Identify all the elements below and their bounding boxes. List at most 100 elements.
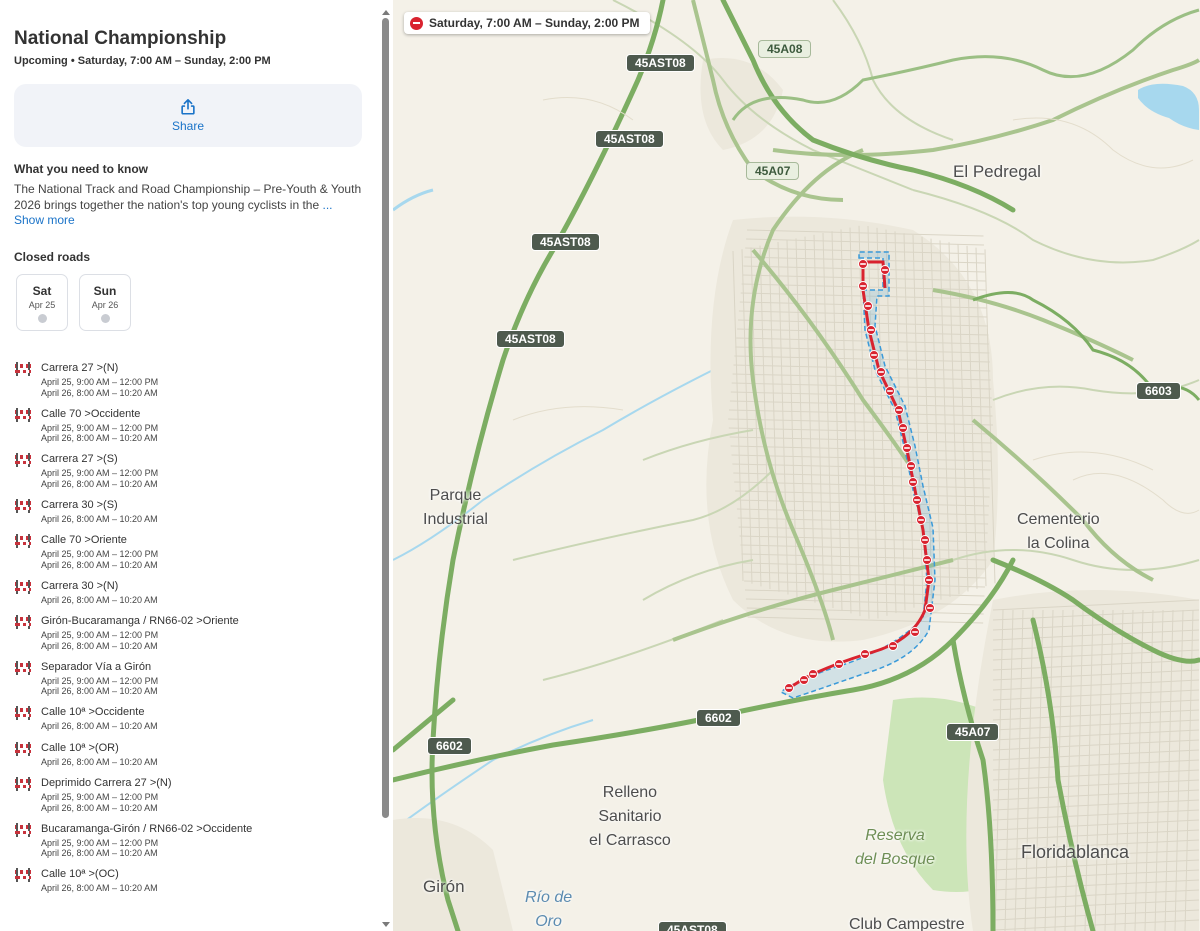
highway-shield: 45A08 xyxy=(758,40,812,58)
closure-marker-bar xyxy=(860,263,866,265)
road-barrier-icon xyxy=(14,498,32,513)
closure-marker-bar xyxy=(924,559,930,561)
closure-marker-bar xyxy=(860,285,866,287)
highway-shield: 45AST08 xyxy=(626,54,695,72)
highway-shield: 45A07 xyxy=(946,723,1000,741)
closure-marker-bar xyxy=(836,663,842,665)
road-name: Carrera 27 >(N) xyxy=(41,362,119,374)
road-barrier-icon xyxy=(14,867,32,882)
panel-scrollbar[interactable] xyxy=(380,4,391,929)
highway-shield: 45AST08 xyxy=(658,921,727,931)
place-label-floridablanca: Floridablanca xyxy=(1021,842,1130,862)
show-more-link[interactable]: Show more xyxy=(14,213,75,227)
road-barrier-icon xyxy=(14,776,32,791)
day-name: Sat xyxy=(32,284,52,298)
share-button[interactable]: Share xyxy=(14,84,362,147)
info-text: The National Track and Road Championship… xyxy=(14,182,362,229)
road-closure-time: April 26, 8:00 AM – 10:20 AM xyxy=(41,478,158,489)
road-closure-time: April 26, 8:00 AM – 10:20 AM xyxy=(41,594,158,605)
closure-marker-bar xyxy=(871,354,877,356)
map-canvas[interactable] xyxy=(393,0,1200,931)
closure-marker-bar xyxy=(927,607,933,609)
place-label-club-campestre: Club Campestre xyxy=(849,916,965,931)
road-barrier-icon xyxy=(14,579,32,594)
map-view[interactable]: Saturday, 7:00 AM – Sunday, 2:00 PM 45A0… xyxy=(393,0,1200,931)
time-range-pill[interactable]: Saturday, 7:00 AM – Sunday, 2:00 PM xyxy=(404,12,650,34)
scrollbar-thumb[interactable] xyxy=(382,18,389,818)
road-closure-time: April 25, 9:00 AM – 12:00 PM xyxy=(41,549,159,559)
road-closure-time: April 26, 8:00 AM – 10:20 AM xyxy=(41,686,158,696)
place-label-giron: Girón xyxy=(423,877,465,896)
closure-marker-bar xyxy=(912,631,918,633)
time-range-label: Saturday, 7:00 AM – Sunday, 2:00 PM xyxy=(429,16,640,30)
scroll-down-arrow-icon[interactable] xyxy=(382,922,390,927)
road-closure-time: April 26, 8:00 AM – 10:20 AM xyxy=(41,802,158,813)
share-icon xyxy=(181,98,195,115)
info-body: The National Track and Road Championship… xyxy=(14,182,362,212)
road-name: Carrera 27 >(S) xyxy=(41,453,118,465)
road-closure-time: April 26, 8:00 AM – 10:20 AM xyxy=(41,756,158,767)
road-barrier-icon xyxy=(14,614,32,629)
closure-marker-bar xyxy=(868,329,874,331)
road-name: Calle 10ª >Occidente xyxy=(41,706,145,718)
road-closure-time: April 26, 8:00 AM – 10:20 AM xyxy=(41,721,158,731)
closure-marker-bar xyxy=(786,687,792,689)
place-label-cementerio: Cementerio la Colina xyxy=(1017,511,1100,552)
road-name: Carrera 30 >(S) xyxy=(41,498,118,511)
road-closure-time: April 26, 8:00 AM – 10:20 AM xyxy=(41,387,158,398)
closure-marker-bar xyxy=(908,465,914,467)
closure-marker-bar xyxy=(926,579,932,581)
road-closure-time: April 25, 9:00 AM – 12:00 PM xyxy=(41,675,159,686)
closure-marker-bar xyxy=(904,447,910,449)
closure-marker-bar xyxy=(900,427,906,429)
highway-shield: 6602 xyxy=(696,709,741,727)
closure-marker-bar xyxy=(862,653,868,655)
road-name: Bucaramanga-Girón / RN66-02 >Occidente xyxy=(41,822,253,835)
road-barrier-icon xyxy=(14,822,32,837)
road-name: Calle 10ª >(OR) xyxy=(41,741,119,754)
place-label-reserva: Reserva del Bosque xyxy=(855,827,936,868)
closure-marker-bar xyxy=(896,409,902,411)
place-label-parque-industrial: Parque Industrial xyxy=(423,487,488,528)
day-name: Sun xyxy=(93,284,117,298)
day-tab-sun[interactable]: Sun Apr 26 xyxy=(79,274,131,331)
road-barrier-icon xyxy=(14,452,32,467)
road-closure-time: April 25, 9:00 AM – 12:00 PM xyxy=(41,630,159,640)
road-barrier-icon xyxy=(14,660,32,675)
closure-marker-bar xyxy=(878,371,884,373)
closure-marker-bar xyxy=(801,679,807,681)
day-date: Apr 25 xyxy=(28,300,56,310)
closure-marker-bar xyxy=(810,673,816,675)
road-closure-time: April 25, 9:00 AM – 12:00 PM xyxy=(41,837,159,848)
event-title: National Championship xyxy=(14,28,227,49)
app-root: National Championship Upcoming • Saturda… xyxy=(0,0,1200,931)
road-closure-time: April 26, 8:00 AM – 10:20 AM xyxy=(41,433,158,443)
road-barrier-icon xyxy=(14,741,32,756)
closure-marker-bar xyxy=(918,519,924,521)
road-closure-time: April 26, 8:00 AM – 10:20 AM xyxy=(41,559,158,570)
info-ellipsis: ... xyxy=(322,197,333,212)
highway-shield: 45AST08 xyxy=(595,130,664,148)
road-closure-time: April 25, 9:00 AM – 12:00 PM xyxy=(41,422,159,433)
place-label-relleno: Relleno Sanitario el Carrasco xyxy=(589,784,671,849)
highway-shield: 45A07 xyxy=(746,162,800,180)
road-barrier-icon xyxy=(14,361,32,376)
day-indicator-dot xyxy=(37,314,47,323)
day-indicator-dot xyxy=(100,314,110,323)
road-closure-time: April 25, 9:00 AM – 12:00 PM xyxy=(41,468,159,478)
place-label-rio-de-oro: Río de Oro xyxy=(525,889,573,930)
road-name: Deprimido Carrera 27 >(N) xyxy=(41,777,172,789)
road-barrier-icon xyxy=(14,533,32,548)
day-tab-sat[interactable]: Sat Apr 25 xyxy=(16,274,68,331)
road-closure-time: April 26, 8:00 AM – 10:20 AM xyxy=(41,513,158,524)
road-closure-time: April 26, 8:00 AM – 10:20 AM xyxy=(41,883,158,893)
highway-shield: 6603 xyxy=(1136,382,1181,400)
road-name: Calle 70 >Oriente xyxy=(41,534,127,546)
day-date: Apr 26 xyxy=(91,300,119,310)
info-heading: What you need to know xyxy=(14,162,148,176)
scroll-up-arrow-icon[interactable] xyxy=(382,10,390,15)
road-name: Calle 10ª >(OC) xyxy=(41,868,119,880)
reservoir xyxy=(1138,83,1199,130)
closure-marker-bar xyxy=(887,390,893,392)
highway-shield: 45AST08 xyxy=(531,233,600,251)
